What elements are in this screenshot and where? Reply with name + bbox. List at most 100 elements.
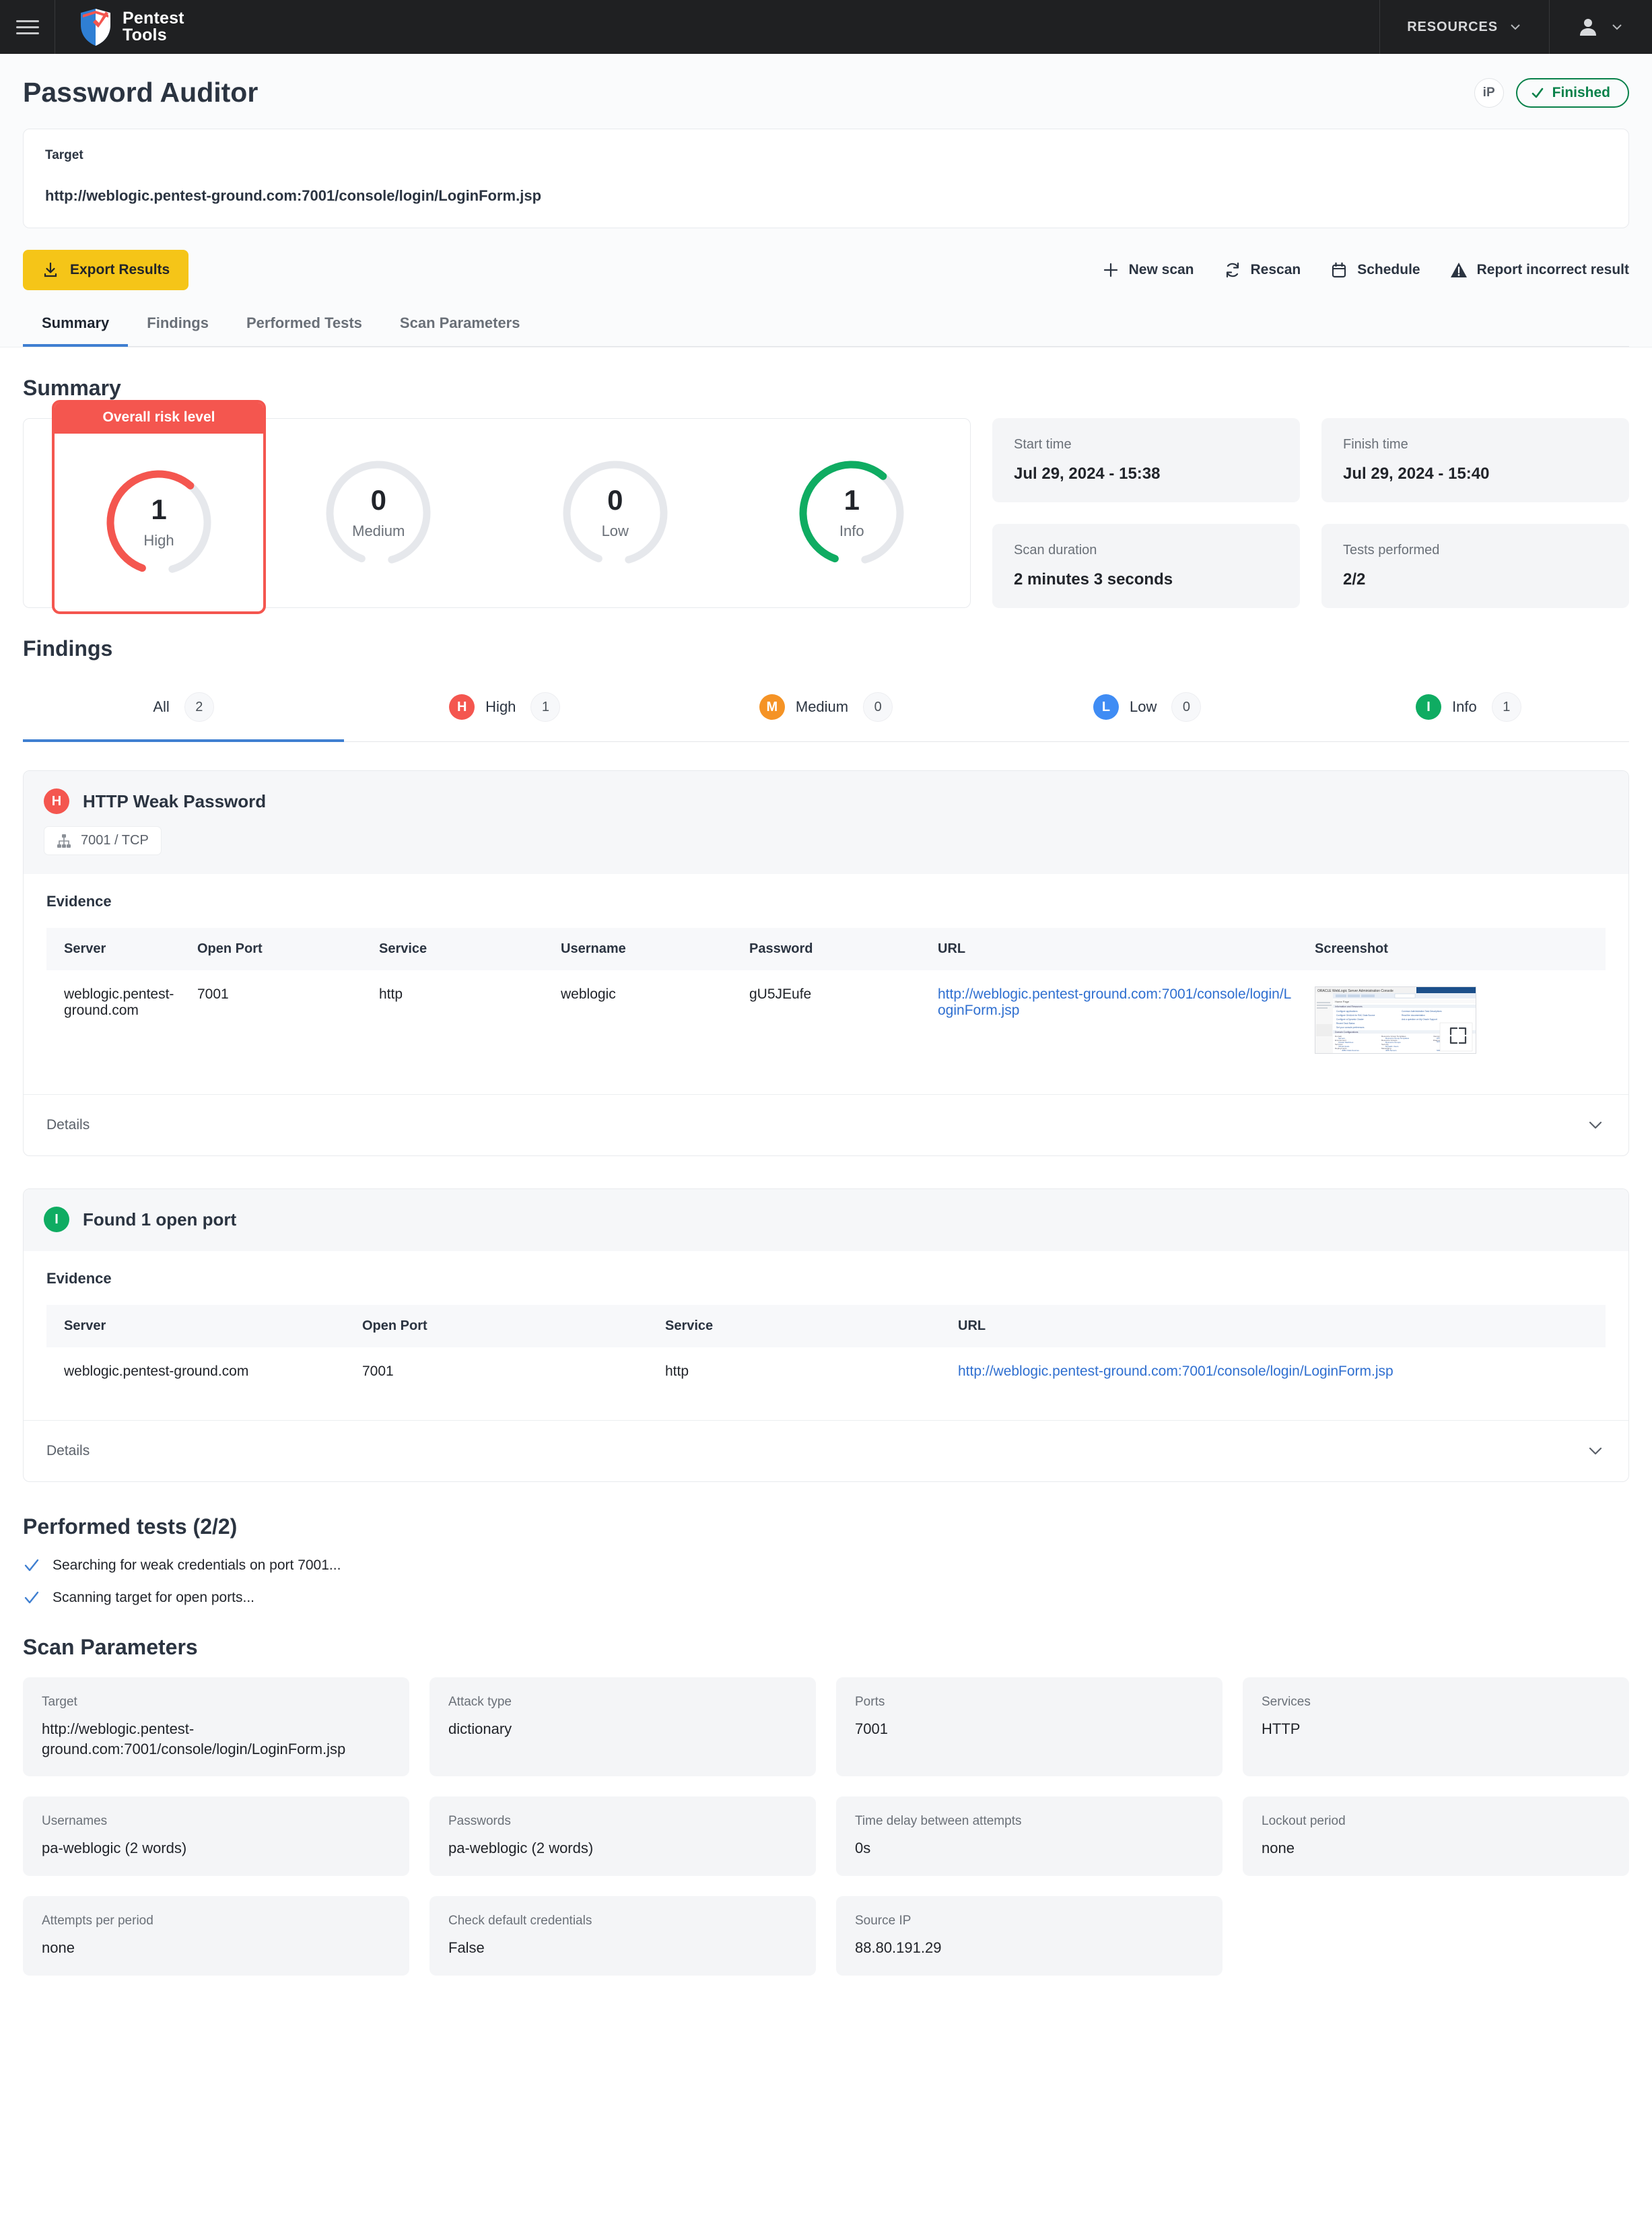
tab-summary[interactable]: Summary bbox=[23, 306, 129, 347]
gauge-info: 1 Info bbox=[734, 454, 971, 572]
severity-info-icon: I bbox=[1416, 694, 1442, 720]
brand-logo[interactable]: Pentest Tools bbox=[55, 0, 207, 54]
user-account-menu[interactable] bbox=[1549, 0, 1652, 54]
details-toggle-row[interactable]: Details bbox=[24, 1420, 1628, 1481]
target-card: Target http://weblogic.pentest-ground.co… bbox=[23, 129, 1629, 228]
export-results-button[interactable]: Export Results bbox=[23, 250, 189, 290]
check-icon bbox=[1531, 88, 1543, 98]
summary-heading: Summary bbox=[23, 376, 121, 400]
hamburger-menu-button[interactable] bbox=[0, 0, 55, 54]
cell-screenshot: ORACLE WebLogic Server Administration Co… bbox=[1305, 970, 1606, 1074]
filter-tab-high[interactable]: H High 1 bbox=[344, 679, 665, 742]
finding-header: I Found 1 open port bbox=[24, 1189, 1628, 1251]
param-value-passwords: pa-weblogic (2 words) bbox=[448, 1840, 594, 1857]
schedule-button[interactable]: Schedule bbox=[1330, 261, 1420, 279]
tab-scan-parameters[interactable]: Scan Parameters bbox=[381, 306, 539, 347]
severity-low-icon: L bbox=[1093, 694, 1120, 720]
filter-tab-info[interactable]: I Info 1 bbox=[1308, 679, 1629, 742]
performed-tests-heading: Performed tests (2/2) bbox=[23, 1514, 238, 1539]
svg-text:Resource Groups: Resource Groups bbox=[1385, 1041, 1401, 1044]
chevron-down-icon bbox=[1612, 24, 1622, 30]
details-toggle-row[interactable]: Details bbox=[24, 1094, 1628, 1155]
svg-text:Virtual Hosts: Virtual Hosts bbox=[1338, 1045, 1350, 1048]
report-incorrect-result-label: Report incorrect result bbox=[1476, 262, 1629, 277]
gauge-low-value: 0 bbox=[607, 484, 623, 516]
evidence-url-link[interactable]: http://weblogic.pentest-ground.com:7001/… bbox=[958, 1364, 1393, 1379]
severity-high-icon: H bbox=[44, 788, 69, 814]
evidence-url-link[interactable]: http://weblogic.pentest-ground.com:7001/… bbox=[938, 986, 1291, 1018]
evidence-table-body: weblogic.pentest-ground.com 7001 http ht… bbox=[46, 1347, 1606, 1400]
cell-server: weblogic.pentest-ground.com bbox=[64, 986, 174, 1018]
new-scan-button[interactable]: New scan bbox=[1102, 261, 1194, 279]
filter-tab-high-count: 1 bbox=[530, 692, 561, 722]
scan-duration-card: Scan duration 2 minutes 3 seconds bbox=[992, 524, 1300, 608]
overall-risk-level-label: Overall risk level bbox=[55, 403, 263, 434]
filter-tab-medium[interactable]: M Medium 0 bbox=[665, 679, 986, 742]
filter-tab-high-inner: H High bbox=[449, 694, 516, 720]
gauge-info-center: 1 Info bbox=[792, 454, 911, 572]
filter-tab-all[interactable]: All 2 bbox=[23, 679, 345, 742]
column-url: URL bbox=[928, 928, 1305, 970]
param-value-services: HTTP bbox=[1262, 1720, 1301, 1737]
column-password: Password bbox=[740, 928, 928, 970]
finding-card-found-open-port: I Found 1 open port Evidence Server Open… bbox=[23, 1188, 1629, 1482]
param-label-attempts-per-period: Attempts per period bbox=[42, 1914, 153, 1928]
actions-toolbar: Export Results New scan Rescan Schedule … bbox=[23, 228, 1629, 306]
table-row: weblogic.pentest-ground.com 7001 http ht… bbox=[46, 1347, 1606, 1400]
page-header: Password Auditor iP Finished Target http… bbox=[0, 54, 1652, 347]
nav-resources-menu[interactable]: RESOURCES bbox=[1379, 0, 1549, 54]
chevron-down-icon[interactable] bbox=[1585, 1115, 1606, 1135]
gauge-low: 0 Low bbox=[497, 454, 734, 572]
chevron-down-icon[interactable] bbox=[1585, 1441, 1606, 1461]
param-value-check-default-credentials: False bbox=[448, 1939, 485, 1957]
finding-title: HTTP Weak Password bbox=[83, 791, 267, 811]
evidence-label: Evidence bbox=[46, 1270, 112, 1287]
gauge-low-label: Low bbox=[601, 523, 629, 539]
evidence-table-head: Server Open Port Service Username Passwo… bbox=[46, 928, 1606, 970]
findings-heading: Findings bbox=[23, 636, 113, 661]
param-card-time-delay: Time delay between attempts 0s bbox=[836, 1796, 1223, 1877]
gauge-medium-ring: 0 Medium bbox=[319, 454, 438, 572]
expand-arrows-icon bbox=[1449, 1027, 1467, 1044]
gauge-info-value: 1 bbox=[844, 484, 860, 516]
gauge-medium-label: Medium bbox=[352, 523, 405, 539]
tab-findings[interactable]: Findings bbox=[128, 306, 228, 347]
check-icon bbox=[24, 1559, 39, 1572]
gauge-high-label: High bbox=[143, 532, 174, 549]
severity-gauges-card: 0 Medium 0 Low 1 Info Overall risk level… bbox=[23, 400, 971, 614]
cell-url: http://weblogic.pentest-ground.com:7001/… bbox=[928, 970, 1305, 1074]
param-value-usernames: pa-weblogic (2 words) bbox=[42, 1840, 187, 1857]
screenshot-thumbnail[interactable]: ORACLE WebLogic Server Administration Co… bbox=[1315, 986, 1476, 1054]
refresh-icon bbox=[1226, 262, 1239, 278]
param-label-check-default-credentials: Check default credentials bbox=[448, 1914, 592, 1928]
gauge-low-center: 0 Low bbox=[556, 454, 675, 572]
filter-tab-all-count: 2 bbox=[184, 692, 214, 722]
filter-tab-info-label: Info bbox=[1452, 698, 1477, 715]
tab-performed-tests[interactable]: Performed Tests bbox=[228, 306, 381, 347]
expand-screenshot-icon[interactable] bbox=[1446, 1023, 1470, 1048]
filter-tab-low[interactable]: L Low 0 bbox=[987, 679, 1308, 742]
column-service: Service bbox=[656, 1305, 949, 1347]
column-server: Server bbox=[46, 1305, 353, 1347]
top-navigation-bar: Pentest Tools RESOURCES bbox=[0, 0, 1652, 54]
ip-badge[interactable]: iP bbox=[1474, 77, 1504, 108]
finish-time-value: Jul 29, 2024 - 15:40 bbox=[1343, 465, 1490, 483]
report-incorrect-result-button[interactable]: Report incorrect result bbox=[1450, 261, 1629, 279]
finding-port-label: 7001 / TCP bbox=[81, 833, 149, 848]
gauge-high-value: 1 bbox=[151, 494, 167, 525]
page-tabs: Summary Findings Performed Tests Scan Pa… bbox=[23, 306, 1629, 347]
cell-username: weblogic bbox=[561, 986, 616, 1002]
filter-tab-low-count: 0 bbox=[1171, 692, 1202, 722]
severity-medium-icon: M bbox=[759, 694, 785, 720]
scan-parameters-heading: Scan Parameters bbox=[23, 1635, 198, 1659]
filter-tab-low-inner: L Low bbox=[1093, 694, 1157, 720]
nav-resources-label: RESOURCES bbox=[1407, 19, 1498, 34]
gauge-high-ring: 1 High bbox=[100, 463, 218, 582]
param-card-services: Services HTTP bbox=[1243, 1677, 1629, 1777]
network-icon bbox=[57, 834, 71, 848]
param-card-attack-type: Attack type dictionary bbox=[429, 1677, 816, 1777]
rescan-button[interactable]: Rescan bbox=[1224, 261, 1301, 279]
chevron-down-icon bbox=[1511, 24, 1520, 30]
rescan-label: Rescan bbox=[1250, 262, 1301, 277]
filter-tab-info-count: 1 bbox=[1491, 692, 1521, 722]
